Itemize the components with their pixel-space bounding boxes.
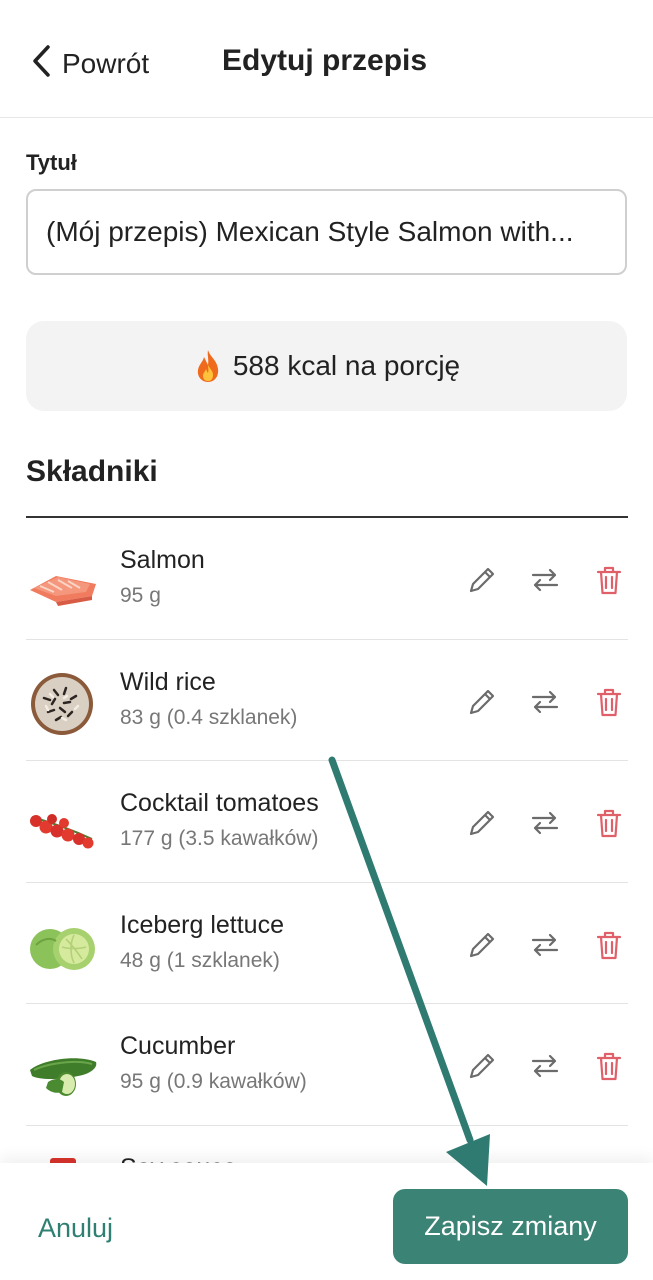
ingredient-row-iceberg-lettuce: Iceberg lettuce 48 g (1 szklanek): [0, 883, 653, 1004]
ingredient-quantity: 177 g (3.5 kawałków): [120, 827, 319, 850]
bottom-action-bar: Anuluj Zapisz zmiany: [0, 1163, 653, 1280]
calories-summary: 588 kcal na porcję: [26, 321, 627, 411]
swap-arrows-icon[interactable]: [527, 805, 563, 841]
ingredients-list: Salmon 95 g Wild rice 83 g (0.4 szklanek…: [0, 518, 653, 1126]
ingredient-row-cocktail-tomatoes: Cocktail tomatoes 177 g (3.5 kawałków): [0, 761, 653, 883]
ingredient-row-salmon: Salmon 95 g: [0, 518, 653, 640]
trash-icon[interactable]: [591, 562, 627, 598]
fire-icon: [193, 348, 223, 384]
chevron-left-icon: [30, 44, 52, 83]
calories-text: 588 kcal na porcję: [232, 350, 461, 381]
edit-pencil-icon[interactable]: [464, 1048, 500, 1084]
edit-pencil-icon[interactable]: [464, 684, 500, 720]
swap-arrows-icon[interactable]: [527, 1048, 563, 1084]
trash-icon[interactable]: [591, 805, 627, 841]
top-bar: Powrót Edytuj przepis: [0, 0, 653, 118]
ingredient-name: Cocktail tomatoes: [120, 789, 319, 817]
ingredient-quantity: 95 g (0.9 kawałków): [120, 1070, 307, 1093]
swap-arrows-icon[interactable]: [527, 562, 563, 598]
trash-icon[interactable]: [591, 1048, 627, 1084]
ingredients-heading: Składniki: [26, 455, 158, 488]
ingredient-quantity: 95 g: [120, 584, 161, 607]
title-input[interactable]: (Mój przepis) Mexican Style Salmon with.…: [26, 189, 627, 275]
trash-icon[interactable]: [591, 927, 627, 963]
back-label: Powrót: [62, 47, 150, 79]
edit-pencil-icon[interactable]: [464, 927, 500, 963]
trash-icon[interactable]: [591, 684, 627, 720]
title-field-label: Tytuł: [26, 150, 77, 175]
back-button[interactable]: Powrót: [30, 44, 149, 83]
iceberg-lettuce-image: [26, 911, 98, 983]
page-title: Edytuj przepis: [222, 44, 428, 77]
ingredient-row-wild-rice: Wild rice 83 g (0.4 szklanek): [0, 640, 653, 761]
ingredient-quantity: 83 g (0.4 szklanek): [120, 705, 298, 729]
ingredient-name: Iceberg lettuce: [120, 910, 284, 939]
swap-arrows-icon[interactable]: [527, 684, 563, 720]
cancel-button[interactable]: Anuluj: [38, 1213, 113, 1244]
cocktail-tomatoes-image: [26, 789, 98, 861]
ingredient-name: Wild rice: [120, 667, 216, 696]
wild-rice-image: [26, 668, 98, 740]
save-changes-button[interactable]: Zapisz zmiany: [393, 1189, 628, 1264]
edit-pencil-icon[interactable]: [464, 805, 500, 841]
ingredient-quantity: 48 g (1 szklanek): [120, 948, 280, 972]
salmon-image: [26, 546, 98, 618]
swap-arrows-icon[interactable]: [527, 927, 563, 963]
ingredient-row-cucumber: Cucumber 95 g (0.9 kawałków): [0, 1004, 653, 1126]
cucumber-image: [26, 1032, 98, 1104]
ingredient-name: Salmon: [120, 546, 205, 574]
ingredient-name: Cucumber: [120, 1032, 236, 1060]
edit-pencil-icon[interactable]: [464, 562, 500, 598]
